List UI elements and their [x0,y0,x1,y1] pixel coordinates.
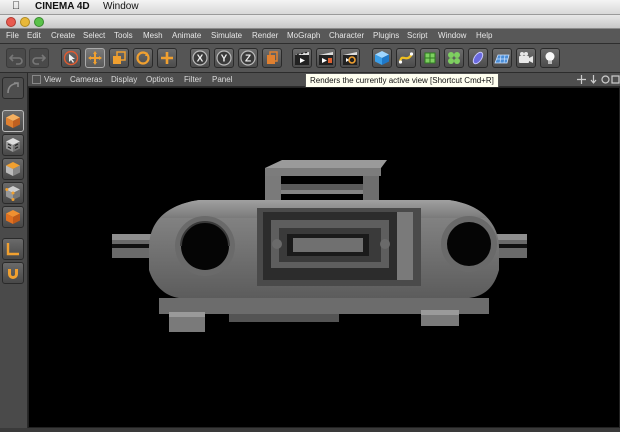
model-mode-icon[interactable] [2,110,24,132]
viewport-menu-display[interactable]: Display [111,75,137,84]
main-toolbar: X Y Z [0,44,620,73]
app-menu-bar: File Edit Create Select Tools Mesh Anima… [0,29,620,44]
menu-file[interactable]: File [6,31,19,40]
scale-icon[interactable] [109,48,129,68]
viewport-pan-icon[interactable] [577,75,586,84]
viewport-menu-cameras[interactable]: Cameras [70,75,102,84]
viewport-zoom-icon[interactable] [589,75,598,84]
viewport-menu-panel[interactable]: Panel [212,75,232,84]
menu-script[interactable]: Script [407,31,427,40]
make-editable-icon[interactable] [2,77,24,99]
os-menu-bar:  CINEMA 4D Window [0,0,620,15]
snap-icon[interactable] [2,262,24,284]
close-window-button[interactable] [6,17,16,27]
points-mode-icon[interactable] [2,182,24,204]
workplane-icon[interactable] [2,158,24,180]
edit-render-settings-icon[interactable] [340,48,360,68]
add-object-icon[interactable] [157,48,177,68]
live-selection-icon[interactable] [61,48,81,68]
cube-icon[interactable] [372,48,392,68]
z-axis-label: Z [245,54,251,65]
cloner-icon[interactable] [444,48,464,68]
zoom-window-button[interactable] [34,17,44,27]
deformer-icon[interactable] [468,48,488,68]
menu-plugins[interactable]: Plugins [373,31,399,40]
menu-create[interactable]: Create [51,31,75,40]
panel-grip-icon[interactable] [32,75,41,84]
menu-animate[interactable]: Animate [172,31,201,40]
3d-model-render [112,160,527,332]
y-axis-icon[interactable]: Y [214,48,234,68]
app-name-menu[interactable]: CINEMA 4D [35,1,90,12]
os-window-menu[interactable]: Window [103,1,139,12]
texture-mode-icon[interactable] [2,134,24,156]
axis-mode-icon[interactable] [2,238,24,260]
subdivision-surface-icon[interactable] [420,48,440,68]
window-title-bar [0,15,620,29]
y-axis-label: Y [221,54,228,65]
move-icon[interactable] [85,48,105,68]
menu-simulate[interactable]: Simulate [211,31,242,40]
render-view-tooltip: Renders the currently active view [Short… [305,73,499,88]
render-picture-viewer-icon[interactable] [316,48,336,68]
menu-help[interactable]: Help [476,31,492,40]
undo-icon[interactable] [6,48,26,68]
edges-mode-icon[interactable] [2,206,24,228]
menu-character[interactable]: Character [329,31,364,40]
x-axis-icon[interactable]: X [190,48,210,68]
spline-pen-icon[interactable] [396,48,416,68]
x-axis-label: X [197,54,204,65]
viewport-menu-view[interactable]: View [44,75,61,84]
redo-icon[interactable] [29,48,49,68]
menu-window[interactable]: Window [438,31,466,40]
floor-icon[interactable] [492,48,512,68]
camera-icon[interactable] [516,48,536,68]
left-mode-palette [0,73,28,428]
viewport-menu-options[interactable]: Options [146,75,174,84]
viewport-maximize-icon[interactable] [611,75,620,84]
menu-select[interactable]: Select [83,31,105,40]
viewport-menu-filter[interactable]: Filter [184,75,202,84]
menu-render[interactable]: Render [252,31,278,40]
menu-edit[interactable]: Edit [27,31,41,40]
coordinate-system-icon[interactable] [262,48,282,68]
viewport-rotate-icon[interactable] [601,75,610,84]
menu-mesh[interactable]: Mesh [143,31,163,40]
minimize-window-button[interactable] [20,17,30,27]
rotate-icon[interactable] [133,48,153,68]
3d-viewport[interactable] [28,87,620,428]
z-axis-icon[interactable]: Z [238,48,258,68]
render-view-icon[interactable] [292,48,312,68]
apple-icon[interactable]:  [12,0,20,12]
light-icon[interactable] [540,48,560,68]
menu-tools[interactable]: Tools [114,31,133,40]
menu-mograph[interactable]: MoGraph [287,31,320,40]
